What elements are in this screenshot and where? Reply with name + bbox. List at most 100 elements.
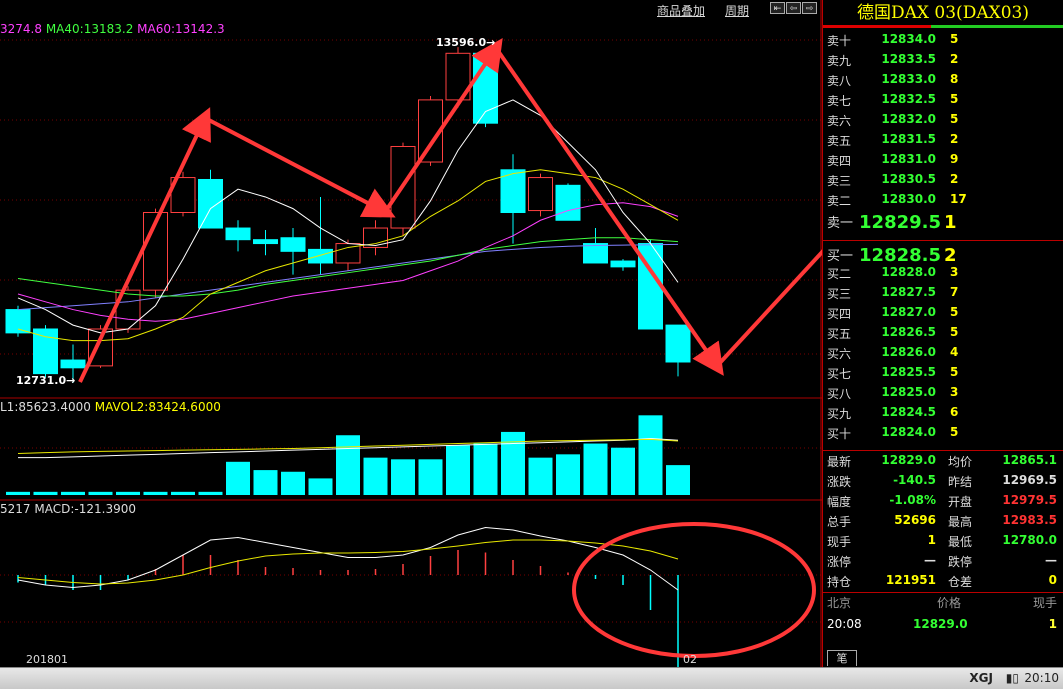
ticks-header-qty: 现手 — [1032, 596, 1057, 610]
kline-svg — [0, 0, 822, 667]
ask-row[interactable]: 卖七 12832.5 5 — [823, 92, 1063, 112]
bid-row[interactable]: 买二 12828.0 3 — [823, 265, 1063, 285]
ask-label: 卖四 — [827, 154, 852, 168]
candle-body — [225, 227, 251, 241]
candle-body — [308, 248, 333, 264]
ask-volume: 2 — [950, 52, 959, 66]
bid-price: 12826.5 — [881, 325, 936, 339]
ask-label: 卖八 — [827, 74, 852, 88]
bid-label: 买二 — [827, 267, 852, 281]
status-bar: XGJ ▮▯ 20:10 — [0, 667, 1063, 689]
bid-volume: 7 — [950, 285, 959, 299]
bid-row[interactable]: 买七 12825.5 5 — [823, 365, 1063, 385]
stats-row: 现手 1 最低 12780.0 — [823, 533, 1063, 553]
candle-body — [610, 260, 636, 268]
candle-body — [583, 243, 608, 264]
bid-row[interactable]: 买十 12824.0 5 — [823, 425, 1063, 445]
stats-value: -1.08% — [889, 493, 936, 507]
ask-label: 卖六 — [827, 114, 852, 128]
candle-body — [60, 359, 86, 369]
ask-label: 卖九 — [827, 54, 852, 68]
ask-label: 卖七 — [827, 94, 852, 108]
ask-price: 12832.5 — [881, 92, 936, 106]
book-divider — [823, 240, 1063, 241]
bid-volume: 3 — [950, 385, 959, 399]
bid-price: 12825.5 — [881, 365, 936, 379]
stats-value: — — [924, 553, 936, 567]
volume-bar — [61, 491, 85, 495]
kline-chart-area[interactable]: 商品叠加 周期 ⇤ ⇦ ⇨ 3274.8 MA40:13183.2 MA60:1… — [0, 0, 822, 667]
clock: 20:10 — [1024, 671, 1059, 685]
ask-row[interactable]: 卖五 12831.5 2 — [823, 132, 1063, 152]
ask-volume: 9 — [950, 152, 959, 166]
ask-row[interactable]: 卖三 12830.5 2 — [823, 172, 1063, 192]
ask-row[interactable]: 卖四 12831.0 9 — [823, 152, 1063, 172]
ask-price: 12834.0 — [881, 32, 936, 46]
ask-row[interactable]: 卖二 12830.0 17 — [823, 192, 1063, 212]
ask-row[interactable]: 卖十 12834.0 5 — [823, 32, 1063, 52]
stats-value: 12969.5 — [1002, 473, 1057, 487]
bid-volume: 5 — [950, 425, 959, 439]
instrument-title: 德国DAX 03(DAX03) — [857, 3, 1029, 23]
bid-row[interactable]: 买一 12828.5 2 — [823, 245, 1063, 266]
stats-row: 最新 12829.0 均价 12865.1 — [823, 453, 1063, 473]
volume-bar — [666, 465, 690, 495]
bid-row[interactable]: 买五 12826.5 5 — [823, 325, 1063, 345]
stats-value: 12780.0 — [1002, 533, 1057, 547]
stats-label: 总手 — [827, 515, 852, 529]
ask-price: 12831.5 — [881, 132, 936, 146]
bid-row[interactable]: 买八 12825.0 3 — [823, 385, 1063, 405]
high-price-label: 13596.0→ — [436, 36, 496, 49]
volume-bar — [143, 491, 168, 495]
stats-label: 持仓 — [827, 575, 852, 589]
macd-dif-line — [17, 526, 679, 591]
ask-label: 卖五 — [827, 134, 852, 148]
stats-divider — [823, 450, 1063, 451]
volume-bar — [33, 491, 58, 495]
volume-bar — [281, 471, 305, 495]
bid-row[interactable]: 买三 12827.5 7 — [823, 285, 1063, 305]
annotation-ellipse — [572, 522, 816, 658]
volume-bar — [611, 447, 635, 495]
bid-label: 买四 — [827, 307, 852, 321]
ask-volume: 5 — [950, 112, 959, 126]
ask-price: 12829.5 — [859, 212, 941, 233]
annotation-arrow — [383, 38, 503, 214]
brand-label: XGJ — [969, 671, 993, 685]
stats-label: 最新 — [827, 455, 852, 469]
volume-bar — [198, 491, 223, 495]
annotation-arrow — [204, 116, 396, 218]
candle-body — [528, 177, 553, 212]
macd-dea-line — [17, 539, 679, 585]
volume-bar — [253, 470, 278, 495]
bid-row[interactable]: 买四 12827.0 5 — [823, 305, 1063, 325]
bid-label: 买五 — [827, 327, 852, 341]
ask-volume: 2 — [950, 172, 959, 186]
bid-volume: 5 — [950, 305, 959, 319]
bid-label: 买十 — [827, 427, 852, 441]
volume-bar — [171, 491, 195, 495]
ask-row[interactable]: 卖九 12833.5 2 — [823, 52, 1063, 72]
volume-bar — [116, 491, 140, 495]
ticks-divider — [823, 592, 1063, 593]
ask-price: 12831.0 — [881, 152, 936, 166]
bid-volume: 5 — [950, 365, 959, 379]
ask-label: 卖二 — [827, 194, 852, 208]
stats-label: 跌停 — [948, 555, 973, 569]
stats-label: 昨结 — [948, 475, 973, 489]
bid-row[interactable]: 买六 12826.0 4 — [823, 345, 1063, 365]
stats-row: 幅度 -1.08% 开盘 12979.5 — [823, 493, 1063, 513]
stats-label: 涨跌 — [827, 475, 852, 489]
volume-bar — [6, 491, 30, 495]
ask-row[interactable]: 卖六 12832.0 5 — [823, 112, 1063, 132]
title-bar — [823, 25, 1063, 28]
ask-label: 卖十 — [827, 34, 852, 48]
ask-price: 12833.0 — [881, 72, 936, 86]
low-price-label: 12731.0→ — [16, 374, 76, 387]
bid-row[interactable]: 买九 12824.5 6 — [823, 405, 1063, 425]
ask-row[interactable]: 卖八 12833.0 8 — [823, 72, 1063, 92]
stats-label: 幅度 — [827, 495, 852, 509]
ticks-tab[interactable]: 笔 — [827, 650, 857, 666]
ask-row[interactable]: 卖一 12829.5 1 — [823, 212, 1063, 233]
volume-bar — [446, 445, 470, 495]
